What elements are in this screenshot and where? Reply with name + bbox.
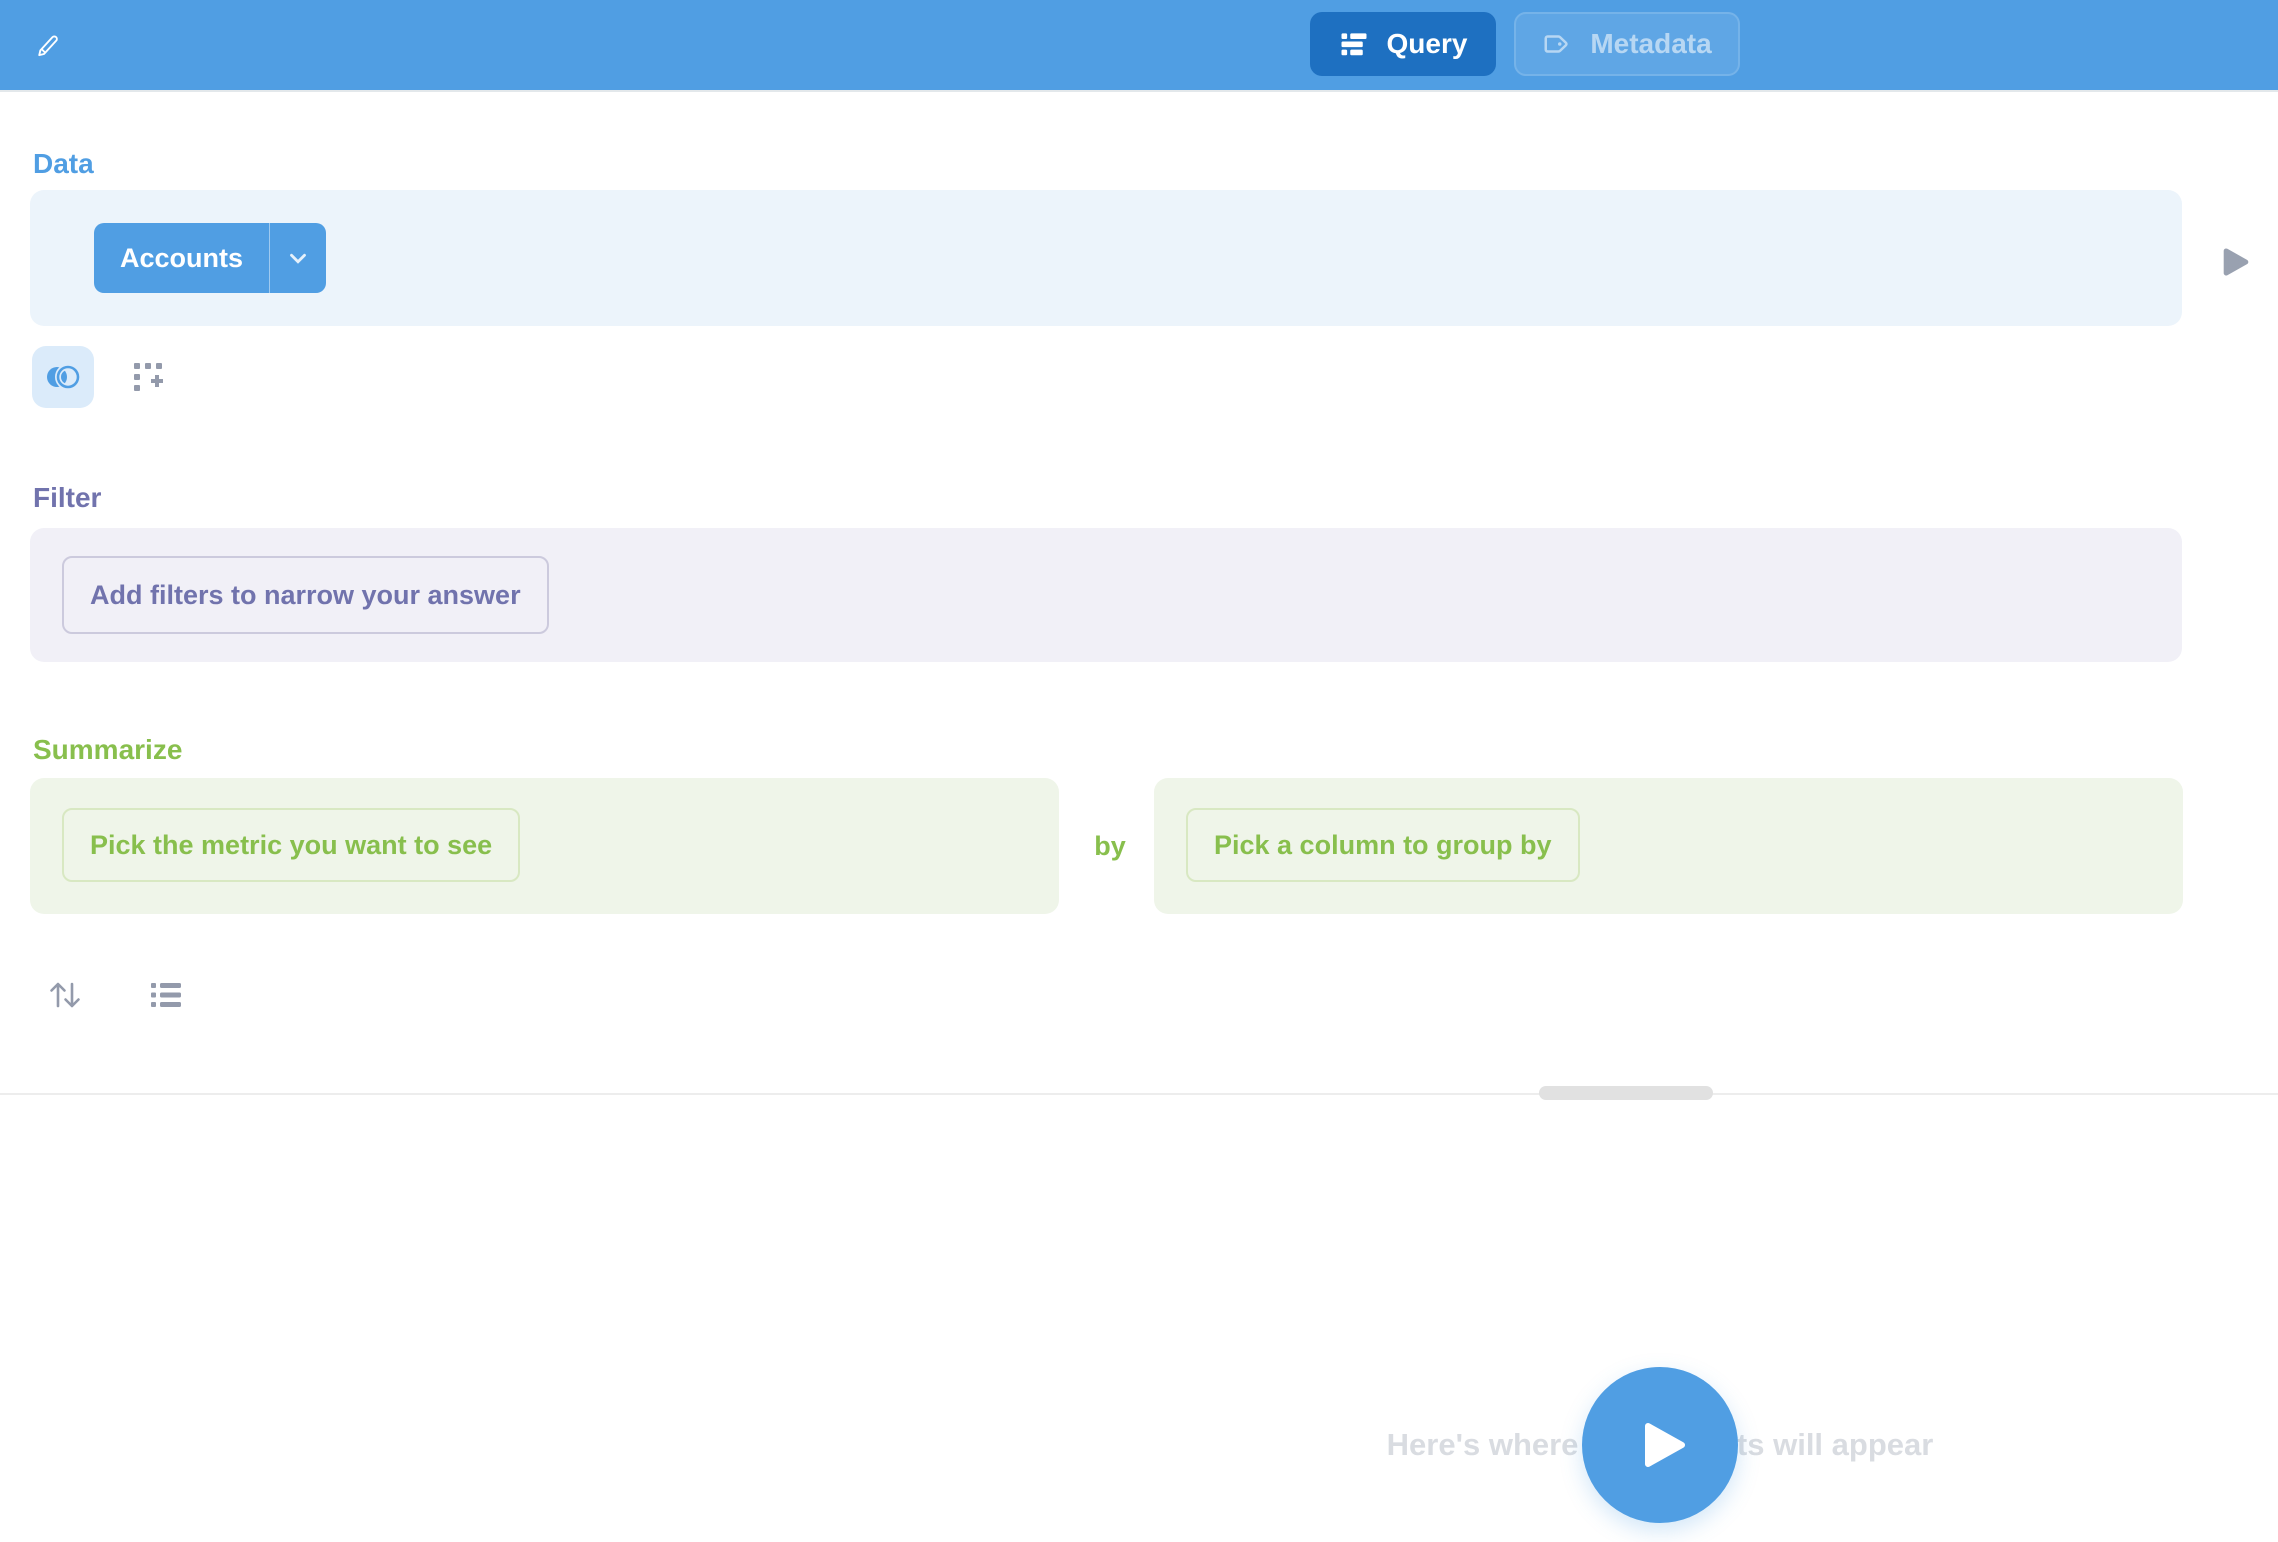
join-data-button[interactable]: [32, 346, 94, 408]
play-arrow-icon: [2221, 246, 2251, 278]
by-label: by: [1076, 778, 1144, 914]
data-section-label: Data: [33, 148, 94, 180]
data-step-actions: [32, 346, 166, 408]
pencil-icon: [33, 31, 63, 61]
filter-box: Add filters to narrow your answer: [30, 528, 2182, 662]
filter-section-label: Filter: [33, 482, 101, 514]
add-filter-button[interactable]: Add filters to narrow your answer: [62, 556, 549, 634]
summarize-section-label: Summarize: [33, 734, 182, 766]
add-filter-label: Add filters to narrow your answer: [90, 580, 521, 611]
query-builder: Query Metadata Data Accounts: [0, 0, 2278, 1542]
editor-tabs: Query Metadata: [1310, 12, 1740, 76]
result-step-actions: [46, 978, 184, 1012]
play-icon: [1642, 1420, 1688, 1470]
list-icon: [148, 979, 184, 1011]
tag-icon: [1542, 29, 1572, 59]
pick-metric-button[interactable]: Pick the metric you want to see: [62, 808, 520, 882]
notebook-list-icon: [1339, 29, 1369, 59]
tab-metadata[interactable]: Metadata: [1514, 12, 1740, 76]
pick-groupby-button[interactable]: Pick a column to group by: [1186, 808, 1580, 882]
run-query-button[interactable]: [1582, 1367, 1738, 1523]
tab-metadata-label: Metadata: [1590, 28, 1711, 60]
table-picker-button[interactable]: Accounts: [94, 223, 326, 293]
tab-query-label: Query: [1387, 28, 1468, 60]
preview-step-button[interactable]: [2218, 245, 2254, 281]
chevron-down-icon: [270, 223, 326, 293]
grid-plus-icon: [130, 359, 166, 395]
tab-query[interactable]: Query: [1310, 12, 1496, 76]
row-limit-button[interactable]: [148, 979, 184, 1011]
summarize-groupby-box: Pick a column to group by: [1154, 778, 2183, 914]
join-circles-icon: [43, 362, 83, 392]
pick-groupby-label: Pick a column to group by: [1214, 830, 1552, 861]
sort-arrows-icon: [46, 978, 84, 1012]
custom-column-button[interactable]: [130, 359, 166, 395]
data-source-box: Accounts: [30, 190, 2182, 326]
table-picker-label: Accounts: [94, 223, 269, 293]
pick-metric-label: Pick the metric you want to see: [90, 830, 492, 861]
edit-question-button[interactable]: [30, 28, 66, 64]
top-header: Query Metadata: [0, 0, 2278, 92]
sort-button[interactable]: [46, 978, 84, 1012]
resize-drag-handle[interactable]: [1539, 1086, 1713, 1100]
summarize-metric-box: Pick the metric you want to see: [30, 778, 1059, 914]
results-divider: [0, 1093, 2278, 1095]
